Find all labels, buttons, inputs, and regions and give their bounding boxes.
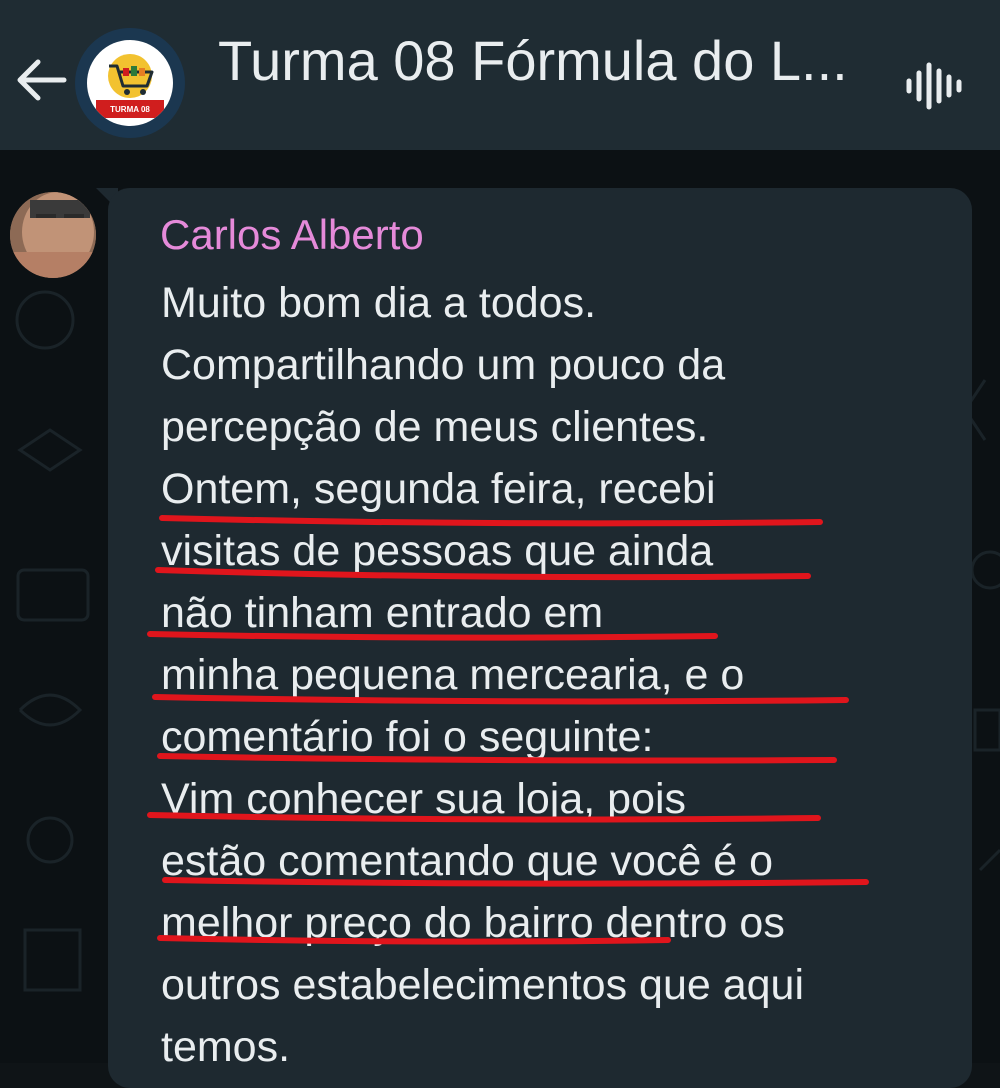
sender-photo: [10, 192, 96, 278]
chat-header: TURMA 08 Turma 08 Fórmula do L...: [0, 0, 1000, 150]
message-line: comentário foi o seguinte:: [161, 713, 654, 761]
message-line: minha pequena mercearia, e o: [161, 651, 745, 699]
message-line: estão comentando que você é o: [161, 837, 773, 885]
sender-avatar[interactable]: [10, 192, 96, 278]
message-line: não tinham entrado em: [161, 589, 604, 637]
message-line: Vim conhecer sua loja, pois: [161, 775, 687, 823]
message-line: outros estabelecimentos que aqui: [161, 961, 805, 1009]
message-line: visitas de pessoas que ainda: [161, 527, 714, 575]
voice-chat-waveform-icon: [906, 62, 962, 110]
chat-title[interactable]: Turma 08 Fórmula do L...: [218, 26, 878, 96]
message-line: Ontem, segunda feira, recebi: [161, 465, 716, 513]
message-line: Compartilhando um pouco da: [161, 341, 726, 389]
message-line: temos.: [161, 1023, 291, 1071]
message-line: percepção de meus clientes.: [161, 403, 709, 451]
message-line: Muito bom dia a todos.: [161, 279, 597, 327]
voice-chat-button[interactable]: [900, 58, 966, 114]
sender-name[interactable]: Carlos Alberto: [160, 208, 424, 262]
message-line: melhor preço do bairro dentro os: [161, 899, 785, 947]
back-button[interactable]: [0, 40, 80, 120]
group-avatar[interactable]: TURMA 08: [75, 28, 185, 138]
arrow-left-icon: [17, 59, 67, 101]
message-text: Muito bom dia a todos. Compartilhando um…: [161, 272, 804, 1078]
group-logo: TURMA 08: [87, 40, 173, 126]
group-badge: TURMA 08: [96, 100, 164, 118]
